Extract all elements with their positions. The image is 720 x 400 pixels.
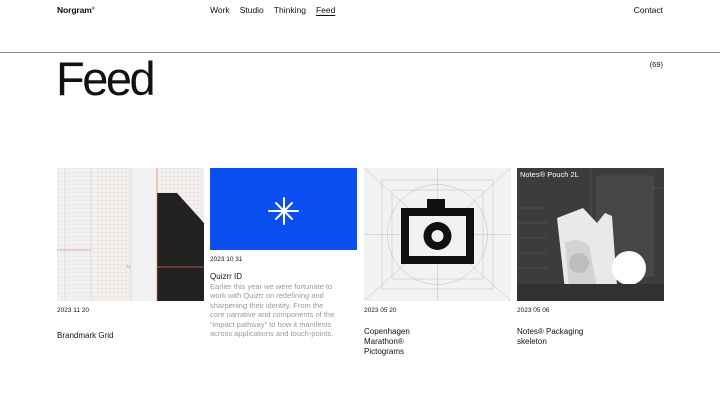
feed-card-marathon-pictograms[interactable]: 2023 05 20 Copenhagen Marathon® Pictogra… [364,168,511,357]
card-date: 2023 05 20 [364,307,397,314]
feed-card-brandmark-grid[interactable]: ℳ 2023 11 20 Brandmark Grid [57,168,204,341]
quizrr-logo-image [210,168,357,250]
feed-card-quizrr-id[interactable]: 2023 10 31 Quizrr ID Earlier this year w… [210,168,357,338]
nav-item-feed[interactable]: Feed [316,5,335,15]
main-nav: Work Studio Thinking Feed [210,5,335,15]
camera-pictogram-image [364,168,511,301]
card-date: 2023 05 06 [517,307,550,314]
card-date: 2023 11 20 [57,307,90,314]
site-header: Norgram® Work Studio Thinking Feed Conta… [0,0,720,53]
card-title: Quizrr ID [210,272,242,281]
card-title: Brandmark Grid [57,331,114,340]
card-description: Earlier this year we were fortunate to w… [210,282,335,339]
card-date: 2023 10 31 [210,256,243,263]
card-title: Copenhagen Marathon® Pictograms [364,327,410,356]
page-title: Feed [56,52,156,105]
logo[interactable]: Norgram® [57,5,95,15]
notes-pouch-image: Notes® Pouch 2L [517,168,664,301]
nav-item-thinking[interactable]: Thinking [274,5,306,15]
contact-link[interactable]: Contact [634,5,663,15]
feed-card-notes-packaging[interactable]: Notes® Pouch 2L 2023 05 06 Notes® Packag… [517,168,664,347]
image-caption: Notes® Pouch 2L [520,170,579,179]
item-count: (69) [649,60,663,69]
nav-item-work[interactable]: Work [210,5,230,15]
svg-text:ℳ: ℳ [126,264,131,269]
brandmark-grid-image: ℳ [57,168,204,301]
nav-item-studio[interactable]: Studio [240,5,264,15]
card-title: Notes® Packaging skeleton [517,327,584,346]
